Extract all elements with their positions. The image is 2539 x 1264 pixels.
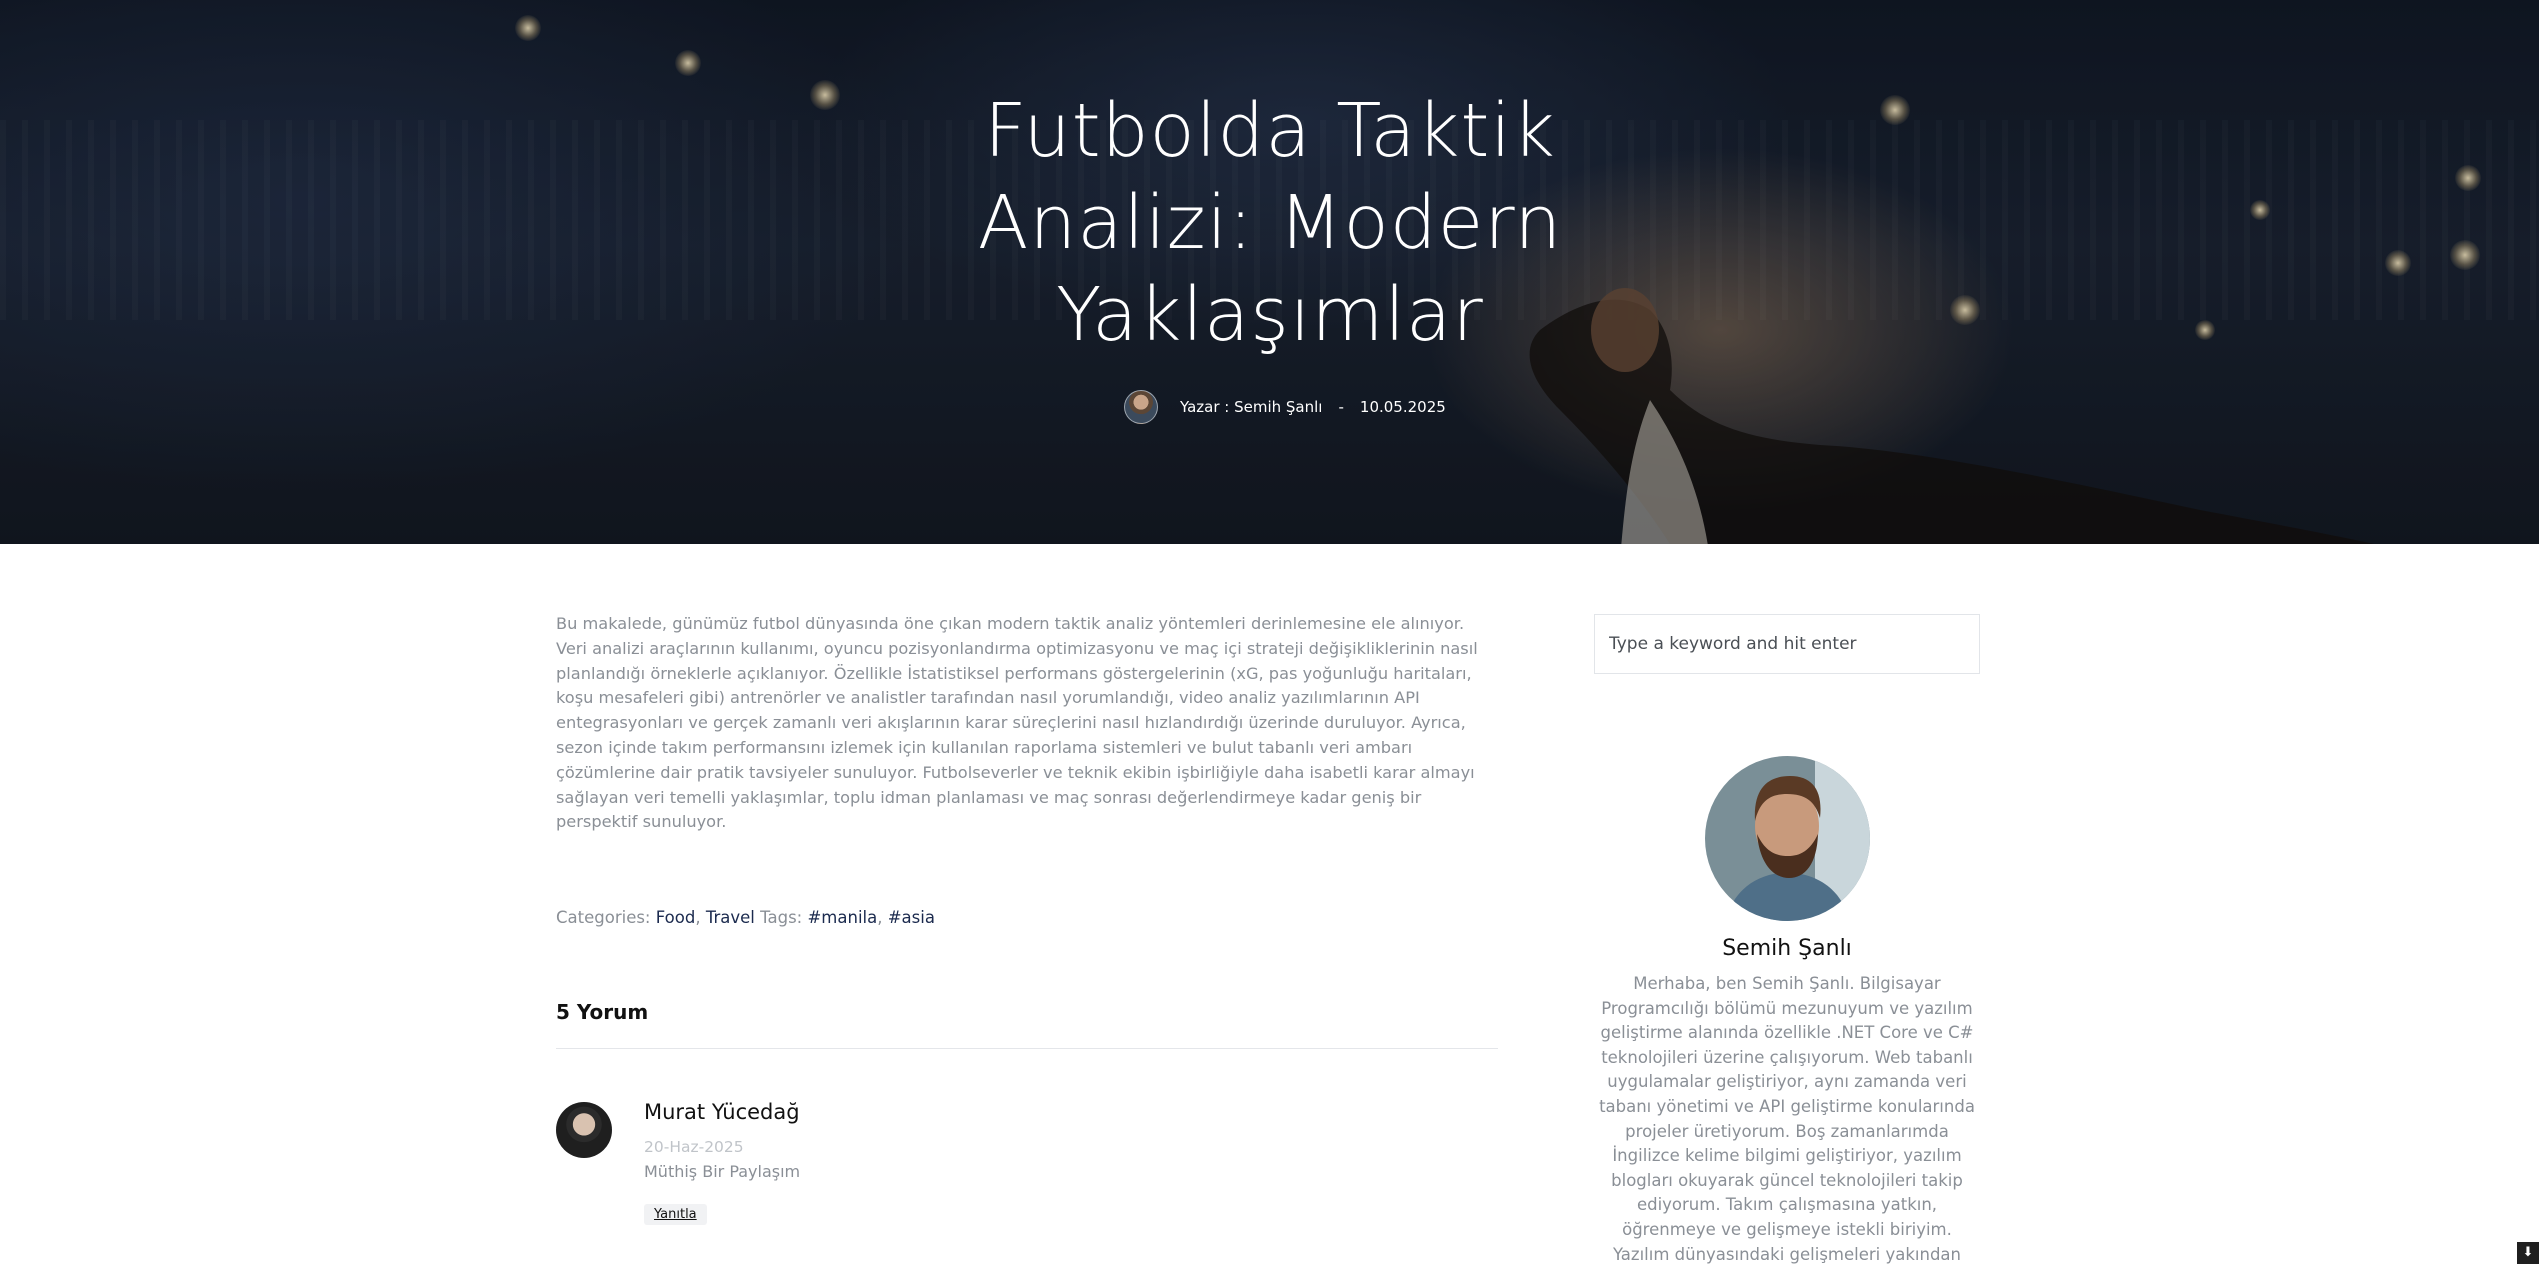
author-name: Semih Şanlı — [1722, 936, 1852, 961]
author-profile-photo — [1705, 756, 1870, 921]
comment-date: 20-Haz-2025 — [644, 1138, 744, 1156]
category-link-travel[interactable]: Travel — [706, 908, 755, 927]
sidebar-search — [1594, 614, 1980, 674]
comment-text: Müthiş Bir Paylaşım — [644, 1162, 801, 1181]
hero-banner: Futbolda Taktik Analizi: Modern Yaklaşım… — [0, 0, 2539, 544]
tag-link-manila[interactable]: #manila — [807, 908, 877, 927]
tag-link-asia[interactable]: #asia — [888, 908, 935, 927]
separator-comma: , — [695, 908, 701, 927]
comments-divider — [556, 1048, 1498, 1049]
tags-label: Tags: — [760, 908, 803, 927]
download-icon[interactable]: ⬇ — [2517, 1242, 2539, 1264]
post-meta: Yazar : Semih Şanlı - 10.05.2025 — [1124, 390, 1446, 424]
article-body: Bu makalede, günümüz futbol dünyasında ö… — [556, 614, 1478, 832]
commenter-name: Murat Yücedağ — [644, 1100, 800, 1124]
author-bio: Merhaba, ben Semih Şanlı. Bilgisayar Pro… — [1599, 974, 1975, 1264]
post-date: 10.05.2025 — [1359, 398, 1446, 416]
author-label[interactable]: Yazar : Semih Şanlı — [1180, 398, 1322, 416]
categories-label: Categories: — [556, 908, 651, 927]
category-link-food[interactable]: Food — [656, 908, 696, 927]
separator-comma: , — [877, 908, 883, 927]
taxonomy-row: Categories: Food, Travel Tags: #manila, … — [556, 908, 935, 927]
post-title: Futbolda Taktik Analizi: Modern Yaklaşım… — [977, 88, 1563, 358]
comments-count-heading: 5 Yorum — [556, 1000, 649, 1024]
author-avatar — [1124, 390, 1158, 424]
search-input[interactable] — [1609, 634, 1979, 654]
reply-button[interactable]: Yanıtla — [644, 1204, 707, 1225]
commenter-avatar — [556, 1102, 612, 1158]
meta-separator: - — [1338, 398, 1344, 416]
